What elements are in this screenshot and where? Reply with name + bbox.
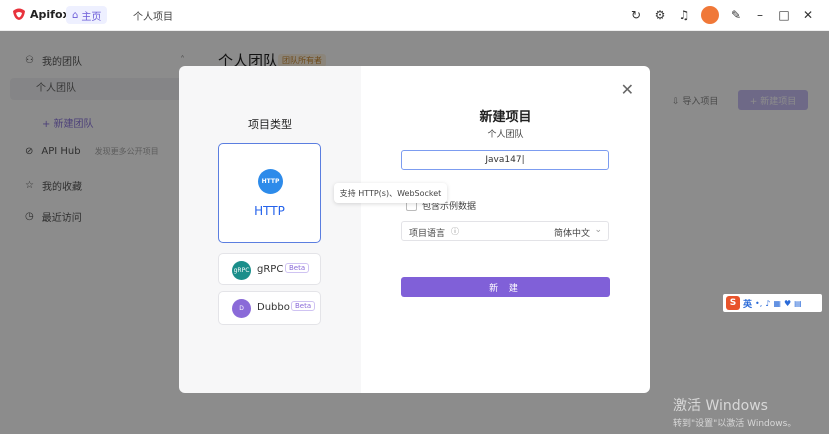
create-button[interactable]: 新 建 <box>401 277 610 297</box>
grpc-beta-badge: Beta <box>285 263 310 273</box>
project-type-panel: 项目类型 HTTP HTTP gRPC gRPC Beta D Dubbo Be… <box>179 66 361 393</box>
grpc-icon: gRPC <box>232 261 251 280</box>
project-language-select[interactable]: 项目语言 ⓘ 简体中文 ⌄ <box>401 221 609 241</box>
project-name-input[interactable]: Java147| <box>401 150 609 170</box>
app-name: Apifox <box>30 7 70 21</box>
grpc-label: gRPC <box>257 264 284 275</box>
tab-home-label: 主页 <box>81 11 102 23</box>
http-icon: HTTP <box>258 169 283 194</box>
windows-activation-watermark: 激活 Windows 转到"设置"以激活 Windows。 <box>673 395 796 429</box>
avatar[interactable] <box>701 6 719 24</box>
sogou-logo-icon: S <box>726 296 740 310</box>
project-type-title: 项目类型 <box>248 118 292 131</box>
http-tooltip: 支持 HTTP(s)、WebSocket <box>334 183 447 203</box>
dubbo-icon: D <box>232 299 251 318</box>
settings-icon[interactable]: ⚙ <box>653 8 667 22</box>
minimize-icon[interactable]: – <box>753 8 767 22</box>
modal-close-icon[interactable]: ✕ <box>621 80 634 99</box>
keyboard-icon[interactable]: ▦ <box>773 299 781 308</box>
bell-icon[interactable]: ♫ <box>677 8 691 22</box>
dubbo-beta-badge: Beta <box>291 301 316 311</box>
title-bar: Apifox ⌂ 主页 个人项目 ↻ ⚙ ♫ ✎ – □ ✕ <box>0 0 829 31</box>
pin-icon[interactable]: ✎ <box>729 8 743 22</box>
project-form-panel: ✕ 新建项目 个人团队 Java147| 包含示例数据 项目语言 ⓘ 简体中文 … <box>361 66 650 393</box>
team-subtitle: 个人团队 <box>487 130 524 140</box>
http-label: HTTP <box>254 204 285 218</box>
project-type-grpc-card[interactable]: gRPC gRPC Beta <box>218 253 321 285</box>
microphone-icon[interactable]: ♪ <box>765 299 770 308</box>
toolbox-icon[interactable]: ▤ <box>794 299 802 308</box>
close-icon[interactable]: ✕ <box>801 8 815 22</box>
apifox-logo-icon <box>13 8 25 20</box>
ime-mode-label[interactable]: 英 <box>743 297 752 310</box>
project-name-value: Java147 <box>485 155 522 165</box>
maximize-icon[interactable]: □ <box>777 8 791 22</box>
project-type-dubbo-card[interactable]: D Dubbo Beta <box>218 291 321 325</box>
app-logo[interactable]: Apifox <box>12 7 70 21</box>
modal-title: 新建项目 <box>479 110 532 125</box>
titlebar-actions: ↻ ⚙ ♫ ✎ – □ ✕ <box>629 6 815 24</box>
skin-icon[interactable]: ♥ <box>784 299 791 308</box>
tab-home[interactable]: ⌂ 主页 <box>66 6 108 24</box>
refresh-icon[interactable]: ↻ <box>629 8 643 22</box>
watermark-line1: 激活 Windows <box>673 398 768 414</box>
project-type-http-card[interactable]: HTTP HTTP <box>218 143 321 243</box>
language-value: 简体中文 <box>553 229 590 239</box>
grpc-icon-text: gRPC <box>233 267 250 274</box>
language-label: 项目语言 <box>409 229 446 239</box>
help-icon[interactable]: ⓘ <box>451 226 459 237</box>
tab-personal-project[interactable]: 个人项目 <box>133 8 173 23</box>
dubbo-label: Dubbo <box>257 302 290 313</box>
watermark-line2: 转到"设置"以激活 Windows。 <box>673 419 797 429</box>
http-icon-text: HTTP <box>261 178 280 185</box>
punctuation-icon[interactable]: •, <box>755 299 762 308</box>
new-project-modal: 项目类型 HTTP HTTP gRPC gRPC Beta D Dubbo Be… <box>179 66 650 393</box>
chevron-down-icon: ⌄ <box>594 225 602 235</box>
home-icon: ⌂ <box>72 9 79 21</box>
dubbo-icon-text: D <box>239 305 244 312</box>
ime-toolbar[interactable]: S 英 •, ♪ ▦ ♥ ▤ <box>723 294 822 312</box>
